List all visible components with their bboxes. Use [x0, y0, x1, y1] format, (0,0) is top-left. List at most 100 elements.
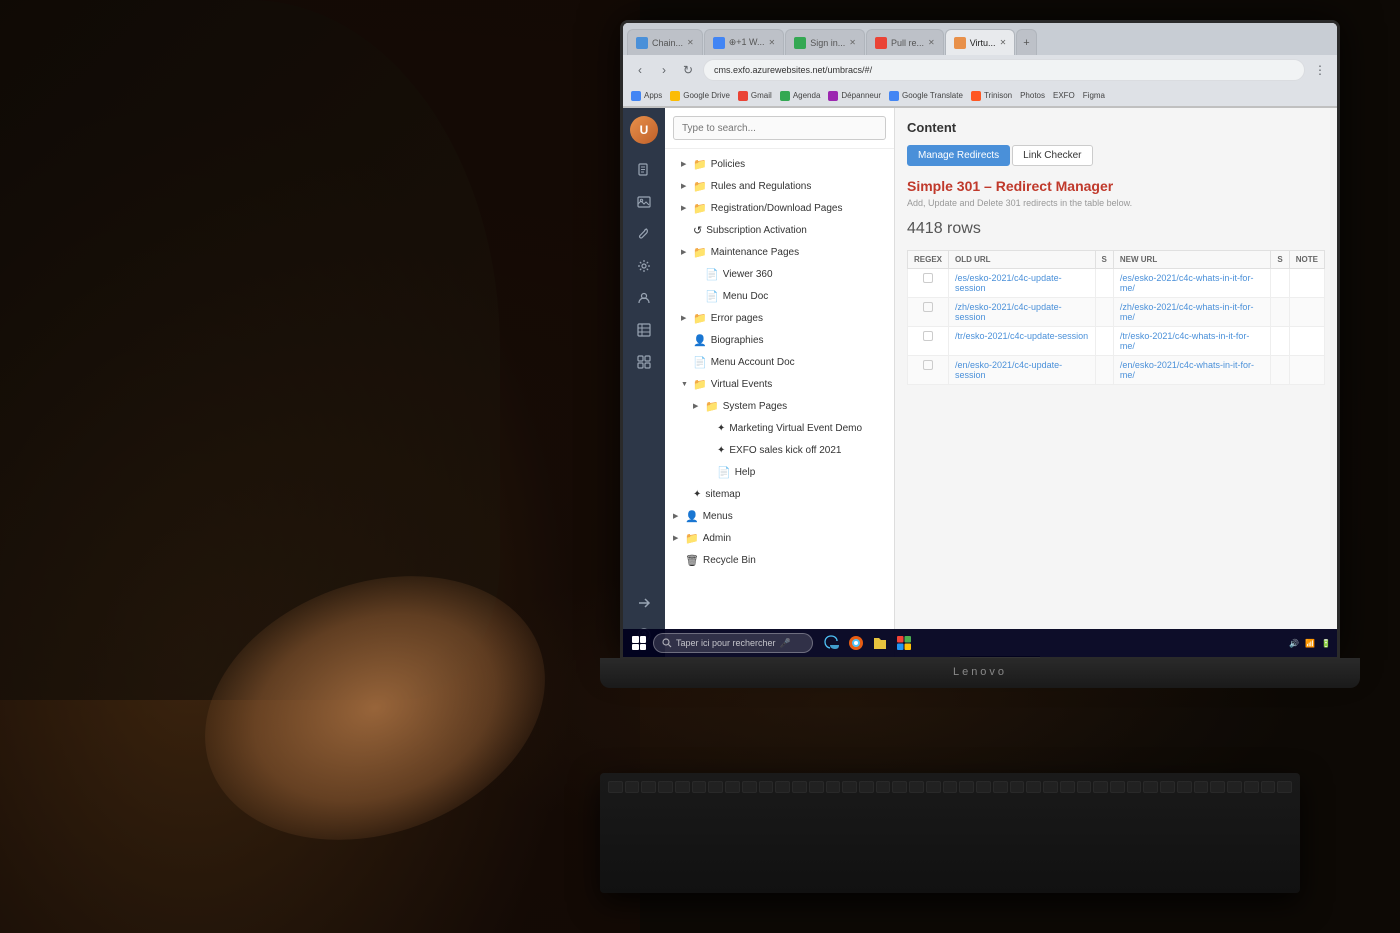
browser-tab-0[interactable]: Chain... ✕: [627, 29, 703, 55]
bookmark-trinison[interactable]: Trinison: [971, 91, 1012, 101]
sidebar-icon-arrow-right[interactable]: [628, 589, 660, 617]
tab-link-checker[interactable]: Link Checker: [1012, 145, 1092, 166]
laptop-base: Lenovo: [600, 658, 1360, 688]
row2-s2: [1271, 298, 1289, 327]
win-quad-1: [632, 636, 639, 643]
tree-item-admin[interactable]: ▶ 📁 Admin: [665, 527, 894, 549]
taskbar-app-firefox[interactable]: [845, 632, 867, 654]
checkbox-2[interactable]: [923, 302, 933, 312]
taskbar-search[interactable]: Taper ici pour rechercher 🎤: [653, 633, 813, 653]
tree-item-menus[interactable]: ▶ 👤 Menus: [665, 505, 894, 527]
tree-label-rules: Rules and Regulations: [711, 181, 886, 192]
browser-tab-3[interactable]: Pull re... ✕: [866, 29, 944, 55]
tree-item-viewer360[interactable]: ▶ 📄 Viewer 360: [665, 263, 894, 285]
bookmark-photos[interactable]: Photos: [1020, 91, 1045, 100]
extensions-button[interactable]: ⋮: [1311, 61, 1329, 79]
bookmark-translate[interactable]: Google Translate: [889, 91, 963, 101]
tree-item-biographies[interactable]: ▶ 👤 Biographies: [665, 329, 894, 351]
sidebar-icon-document[interactable]: [628, 156, 660, 184]
sidebar-icon-table[interactable]: [628, 316, 660, 344]
forward-button[interactable]: ›: [655, 61, 673, 79]
tree-item-recyclebin[interactable]: ▶ 🗑 Recycle Bin: [665, 549, 894, 571]
row3-note: [1289, 327, 1324, 356]
bookmark-agenda[interactable]: Agenda: [780, 91, 821, 101]
tree-item-menuaccount[interactable]: ▶ 📄 Menu Account Doc: [665, 351, 894, 373]
tab-close-1[interactable]: ✕: [769, 38, 776, 47]
bookmark-gmail[interactable]: Gmail: [738, 91, 772, 101]
checkbox-4[interactable]: [923, 360, 933, 370]
tree-item-marketing[interactable]: ▶ ✦ Marketing Virtual Event Demo: [665, 417, 894, 439]
tree-item-virtualevents[interactable]: ▼ 📁 Virtual Events: [665, 373, 894, 395]
row2-checkbox[interactable]: [908, 298, 949, 327]
tree-item-errorpages[interactable]: ▶ 📁 Error pages: [665, 307, 894, 329]
tab-close-0[interactable]: ✕: [687, 38, 694, 47]
sidebar-icon-image[interactable]: [628, 188, 660, 216]
tree-item-exfosales[interactable]: ▶ ✦ EXFO sales kick off 2021: [665, 439, 894, 461]
table-row: /zh/esko-2021/c4c-update-session /zh/esk…: [908, 298, 1325, 327]
tab-favicon-4: [954, 37, 966, 49]
tree-label-recyclebin: Recycle Bin: [703, 555, 886, 566]
bookmark-drive[interactable]: Google Drive: [670, 91, 730, 101]
tree-item-registration[interactable]: ▶ 📁 Registration/Download Pages: [665, 197, 894, 219]
bookmark-apps[interactable]: Apps: [631, 91, 662, 101]
row3-old-url: /tr/esko-2021/c4c-update-session: [949, 327, 1096, 356]
tree-item-subscription[interactable]: ▶ ↺ Subscription Activation: [665, 219, 894, 241]
tree-label-help: Help: [735, 467, 872, 478]
browser-tab-4[interactable]: Virtu... ✕: [945, 29, 1016, 55]
row3-checkbox[interactable]: [908, 327, 949, 356]
tree-item-menudoc[interactable]: ▶ 📄 Menu Doc: [665, 285, 894, 307]
taskbar-app-store[interactable]: [893, 632, 915, 654]
row1-new-url: /es/esko-2021/c4c-whats-in-it-for-me/: [1113, 269, 1271, 298]
taskbar-battery: 🔋: [1321, 639, 1331, 648]
address-bar[interactable]: cms.exfo.azurewebsites.net/umbracs/#/: [703, 59, 1305, 81]
tab-close-2[interactable]: ✕: [849, 38, 856, 47]
tree-folder-virtualevents: 📁: [693, 378, 707, 391]
tree-label-admin: Admin: [703, 533, 886, 544]
tree-icon-exfosales: ✦: [717, 445, 725, 456]
tree-icon-menuaccount: 📄: [693, 356, 707, 369]
tree-search-input[interactable]: [673, 116, 886, 140]
back-button[interactable]: ‹: [631, 61, 649, 79]
browser-tab-2[interactable]: Sign in... ✕: [785, 29, 865, 55]
reload-button[interactable]: ↻: [679, 61, 697, 79]
microphone-icon[interactable]: 🎤: [780, 638, 791, 649]
tree-item-policies[interactable]: ▶ 📁 Policies: [665, 153, 894, 175]
bookmark-depanneur[interactable]: Dépanneur: [828, 91, 881, 101]
sidebar-icon-grid[interactable]: [628, 348, 660, 376]
tree-item-sitemap[interactable]: ▶ ✦ sitemap: [665, 483, 894, 505]
checkbox-1[interactable]: [923, 273, 933, 283]
bookmarks-bar: Apps Google Drive Gmail Agenda Dépanneur: [623, 85, 1337, 107]
tab-label-3: Pull re...: [891, 38, 924, 48]
col-note: NOTE: [1289, 251, 1324, 269]
row3-s2: [1271, 327, 1289, 356]
row4-checkbox[interactable]: [908, 356, 949, 385]
tree-item-rules[interactable]: ▶ 📁 Rules and Regulations: [665, 175, 894, 197]
redirect-table: REGEX OLD URL S NEW URL S NOTE /es/esko-…: [907, 250, 1325, 385]
browser-tab-1[interactable]: ⊕+1 W... ✕: [704, 29, 785, 55]
tree-item-systempages[interactable]: ▶ 📁 System Pages: [665, 395, 894, 417]
taskbar-app-edge[interactable]: [821, 632, 843, 654]
tab-close-4[interactable]: ✕: [1000, 38, 1007, 47]
tree-icon-biographies: 👤: [693, 334, 707, 347]
row3-new-url: /tr/esko-2021/c4c-whats-in-it-for-me/: [1113, 327, 1271, 356]
tree-panel: ▶ 📁 Policies ▶ 📁 Rules and Regulations ▶…: [665, 108, 895, 657]
checkbox-3[interactable]: [923, 331, 933, 341]
bookmark-exfo[interactable]: EXFO: [1053, 91, 1075, 100]
tree-item-maintenance[interactable]: ▶ 📁 Maintenance Pages: [665, 241, 894, 263]
taskbar-start[interactable]: [629, 633, 649, 653]
sidebar-icon-person[interactable]: [628, 284, 660, 312]
tab-close-3[interactable]: ✕: [928, 38, 935, 47]
taskbar-app-files[interactable]: [869, 632, 891, 654]
sidebar-icon-settings[interactable]: [628, 252, 660, 280]
tree-item-help[interactable]: ▶ 📄 Help •••: [665, 461, 894, 483]
translate-icon: [889, 91, 899, 101]
bookmark-figma[interactable]: Figma: [1083, 91, 1105, 100]
tab-manage-redirects[interactable]: Manage Redirects: [907, 145, 1010, 166]
sidebar-icon-wrench[interactable]: [628, 220, 660, 248]
row1-checkbox[interactable]: [908, 269, 949, 298]
tree-arrow-menus: ▶: [673, 512, 681, 520]
browser-tab-5[interactable]: +: [1016, 29, 1036, 55]
browser-tabs: Chain... ✕ ⊕+1 W... ✕ Sign in... ✕ Pull …: [623, 23, 1337, 55]
laptop: Chain... ✕ ⊕+1 W... ✕ Sign in... ✕ Pull …: [620, 20, 1380, 770]
row1-note: [1289, 269, 1324, 298]
